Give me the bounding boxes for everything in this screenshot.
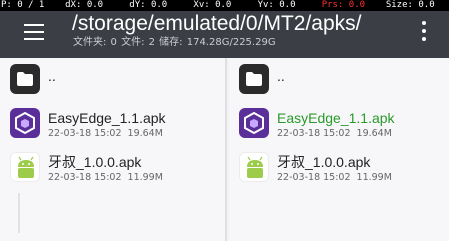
debug-pointer: P: 0 / 1 bbox=[1, 0, 45, 10]
parent-directory-row[interactable]: .. bbox=[229, 58, 449, 102]
file-row[interactable]: 牙叔_1.0.0.apk 22-03-18 15:02 11.99M bbox=[229, 146, 449, 190]
file-name: 牙叔_1.0.0.apk bbox=[277, 154, 371, 170]
storage-summary: 文件夹: 0 文件: 2 储存: 174.28G/225.29G bbox=[73, 37, 276, 48]
folder-icon bbox=[239, 64, 269, 94]
easyedge-app-icon bbox=[239, 108, 269, 138]
file-meta: 22-03-18 15:02 19.64M bbox=[277, 128, 392, 139]
easyedge-app-icon bbox=[10, 108, 40, 138]
debug-size: Size: 0.0 bbox=[385, 0, 435, 10]
file-name: 牙叔_1.0.0.apk bbox=[48, 154, 142, 170]
file-row[interactable]: EasyEdge_1.1.apk 22-03-18 15:02 19.64M bbox=[0, 102, 225, 146]
app-bar: /storage/emulated/0/MT2/apks/ 文件夹: 0 文件:… bbox=[0, 11, 449, 58]
file-row[interactable]: 牙叔_1.0.0.apk 22-03-18 15:02 11.99M bbox=[0, 146, 225, 190]
android-app-icon bbox=[239, 152, 269, 182]
file-size: 19.64M bbox=[127, 128, 163, 139]
file-size: 11.99M bbox=[356, 172, 392, 183]
debug-xv: Xv: 0.0 bbox=[193, 0, 232, 10]
parent-directory-label: .. bbox=[277, 68, 285, 84]
debug-pressure: Prs: 0.0 bbox=[321, 0, 366, 10]
file-date: 22-03-18 15:02 bbox=[48, 172, 122, 183]
right-file-pane[interactable]: .. EasyEdge_1.1.apk 22-03-18 15:02 19.64M… bbox=[229, 58, 449, 241]
file-size: 11.99M bbox=[127, 172, 163, 183]
debug-dy: dY: 0.0 bbox=[129, 0, 168, 10]
android-app-icon bbox=[10, 152, 40, 182]
scroll-indicator[interactable] bbox=[18, 193, 20, 233]
file-meta: 22-03-18 15:02 11.99M bbox=[277, 172, 392, 183]
file-date: 22-03-18 15:02 bbox=[277, 128, 351, 139]
current-path-title: /storage/emulated/0/MT2/apks/ bbox=[72, 12, 362, 35]
parent-directory-label: .. bbox=[48, 68, 56, 84]
file-name: EasyEdge_1.1.apk bbox=[48, 110, 166, 126]
file-meta: 22-03-18 15:02 11.99M bbox=[48, 172, 163, 183]
menu-icon[interactable] bbox=[24, 22, 48, 42]
file-meta: 22-03-18 15:02 19.64M bbox=[48, 128, 163, 139]
file-name: EasyEdge_1.1.apk bbox=[277, 110, 395, 126]
folder-icon bbox=[10, 64, 40, 94]
more-options-icon[interactable] bbox=[421, 20, 427, 42]
file-date: 22-03-18 15:02 bbox=[48, 128, 122, 139]
debug-dx: dX: 0.0 bbox=[65, 0, 104, 10]
debug-yv: Yv: 0.0 bbox=[257, 0, 296, 10]
file-size: 19.64M bbox=[356, 128, 392, 139]
parent-directory-row[interactable]: .. bbox=[0, 58, 225, 102]
left-file-pane[interactable]: .. EasyEdge_1.1.apk 22-03-18 15:02 19.64M… bbox=[0, 58, 227, 241]
pointer-debug-bar: P: 0 / 1 dX: 0.0 dY: 0.0 Xv: 0.0 Yv: 0.0… bbox=[0, 0, 449, 11]
file-row[interactable]: EasyEdge_1.1.apk 22-03-18 15:02 19.64M bbox=[229, 102, 449, 146]
file-date: 22-03-18 15:02 bbox=[277, 172, 351, 183]
